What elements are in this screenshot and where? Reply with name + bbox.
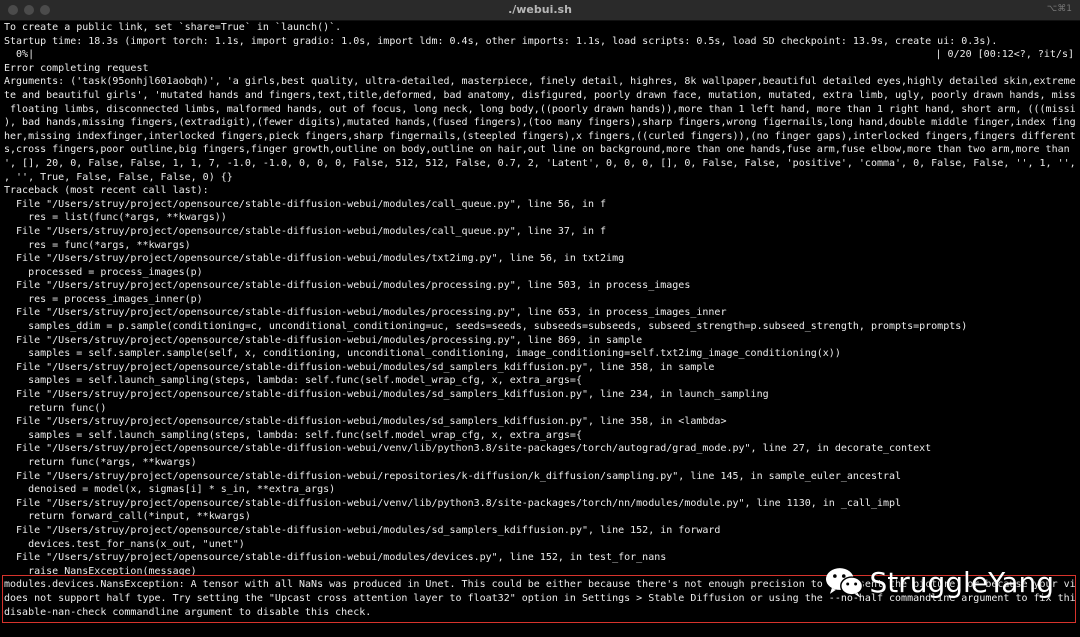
progress-left: 0%| xyxy=(4,49,35,61)
terminal-line: ', [], 20, 0, False, False, 1, 1, 7, -1.… xyxy=(4,157,1076,169)
watermark-text: StruggleYang xyxy=(869,565,1055,599)
terminal-line: samples_ddim = p.sample(conditioning=c, … xyxy=(4,321,968,333)
terminal-line: s,cross fingers,poor outline,big fingers… xyxy=(4,144,1076,156)
terminal-line: File "/Users/struy/project/opensource/st… xyxy=(4,225,607,237)
terminal-line: devices.test_for_nans(x_out, "unet") xyxy=(4,538,245,550)
terminal-line: File "/Users/struy/project/opensource/st… xyxy=(4,307,727,319)
terminal-line: File "/Users/struy/project/opensource/st… xyxy=(4,524,721,536)
terminal-line: res = process_images_inner(p) xyxy=(4,293,203,305)
progress-line: 0%| | 0/20 [00:12<?, ?it/s] xyxy=(4,48,1076,62)
terminal-output[interactable]: To create a public link, set `share=True… xyxy=(4,21,1076,635)
terminal-line: samples = self.sampler.sample(self, x, c… xyxy=(4,348,841,360)
terminal-line: File "/Users/struy/project/opensource/st… xyxy=(4,497,902,509)
terminal-line: return func(*args, **kwargs) xyxy=(4,457,197,468)
title-bar: ./webui.sh ⌥⌘1 xyxy=(0,0,1080,21)
terminal-line: samples = self.launch_sampling(steps, la… xyxy=(4,375,582,387)
terminal-line: File "/Users/struy/project/opensource/st… xyxy=(4,443,932,455)
terminal-line: Error completing request xyxy=(4,62,149,74)
window-title: ./webui.sh xyxy=(508,3,572,16)
terminal-line: Startup time: 18.3s (import torch: 1.1s,… xyxy=(4,35,998,47)
terminal-line: File "/Users/struy/project/opensource/st… xyxy=(4,198,607,210)
terminal-line: her,missing indexfinger,interlocked fing… xyxy=(4,130,1076,142)
terminal-line: floating limbs, disconnected limbs, malf… xyxy=(4,103,1076,115)
terminal-line: samples = self.launch_sampling(steps, la… xyxy=(4,429,582,441)
terminal-line: te and beautiful girls', 'mutated hands … xyxy=(4,89,1076,101)
terminal-line: Arguments: ('task(95onhjl601aobqh)', 'a … xyxy=(4,76,1076,88)
terminal-line: File "/Users/struy/project/opensource/st… xyxy=(4,470,902,482)
terminal-line: res = list(func(*args, **kwargs)) xyxy=(4,212,227,224)
terminal-line: ), bad hands,missing fingers,(extradigit… xyxy=(4,117,1076,129)
terminal-line: processed = process_images(p) xyxy=(4,266,203,278)
terminal-line: File "/Users/struy/project/opensource/st… xyxy=(4,334,643,346)
terminal-line: Traceback (most recent call last): xyxy=(4,185,209,197)
terminal-line: File "/Users/struy/project/opensource/st… xyxy=(4,416,727,428)
window-shortcut: ⌥⌘1 xyxy=(1046,4,1072,14)
terminal-line: File "/Users/struy/project/opensource/st… xyxy=(4,280,691,292)
progress-right: | 0/20 [00:12<?, ?it/s] xyxy=(935,49,1074,61)
terminal-window: ./webui.sh ⌥⌘1 To create a public link, … xyxy=(0,0,1080,637)
watermark: StruggleYang xyxy=(824,560,1054,604)
terminal-line: return forward_call(*input, **kwargs) xyxy=(4,511,251,523)
wechat-icon xyxy=(825,568,864,598)
terminal-line: , '', True, False, False, False, 0) {} xyxy=(4,171,233,183)
terminal-line: return func() xyxy=(4,402,107,414)
terminal-line: File "/Users/struy/project/opensource/st… xyxy=(4,389,769,401)
terminal-line: denoised = model(x, sigmas[i] * s_in, **… xyxy=(4,484,336,496)
terminal-line: To create a public link, set `share=True… xyxy=(4,22,342,33)
terminal-scrollbar[interactable] xyxy=(1076,21,1080,635)
terminal-line: File "/Users/struy/project/opensource/st… xyxy=(4,361,715,373)
terminal-line: res = func(*args, **kwargs) xyxy=(4,239,191,251)
terminal-line: File "/Users/struy/project/opensource/st… xyxy=(4,253,625,265)
